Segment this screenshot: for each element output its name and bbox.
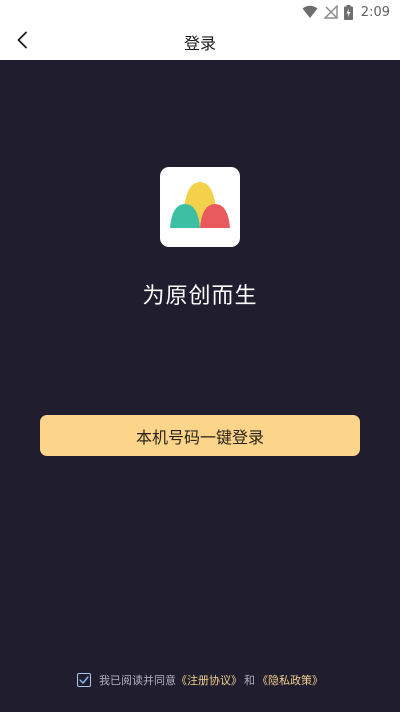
page-title: 登录	[183, 34, 216, 53]
agreement-prefix: 我已阅读并同意	[99, 674, 176, 687]
privacy-link[interactable]: 《隐私政策》	[257, 672, 323, 688]
agreement-checkbox[interactable]	[77, 673, 91, 687]
checkmark-icon	[79, 674, 89, 687]
status-bar: 2:09	[0, 0, 400, 24]
status-time: 2:09	[360, 4, 390, 20]
app-tagline: 为原创而生	[142, 284, 258, 309]
one-click-login-button[interactable]: 本机号码一键登录	[40, 415, 360, 456]
battery-charging-icon	[343, 4, 353, 20]
wifi-icon	[302, 5, 318, 19]
nav-bar: 登录	[0, 24, 400, 60]
no-signal-icon	[323, 5, 338, 19]
app-logo	[160, 167, 240, 247]
terms-link[interactable]: 《注册协议》	[176, 672, 242, 688]
agreement-text: 我已阅读并同意 《注册协议》 和 《隐私政策》	[99, 672, 323, 688]
back-arrow-icon	[16, 31, 28, 53]
agreement-row: 我已阅读并同意 《注册协议》 和 《隐私政策》	[0, 670, 400, 690]
app-logo-icon	[170, 182, 230, 228]
back-button[interactable]	[10, 30, 34, 54]
agreement-conjunction: 和	[244, 674, 255, 687]
